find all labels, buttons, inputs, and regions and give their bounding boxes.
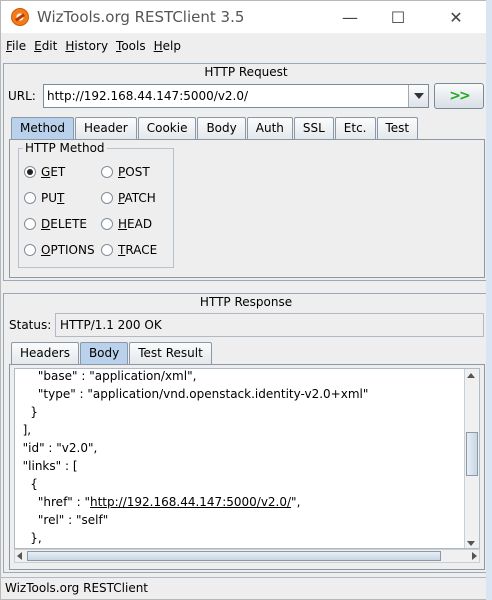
window-edge (486, 0, 492, 600)
code-line: }, (15, 531, 42, 545)
horizontal-scroll-thumb[interactable] (27, 551, 441, 561)
method-tab-content: HTTP Method GET POST PUT PATCH DELETE HE… (9, 139, 485, 278)
app-window: WizTools.org RESTClient 3.5 — ☐ ✕ File E… (0, 0, 492, 600)
radio-selected-icon (24, 166, 36, 178)
menu-file[interactable]: File (6, 39, 26, 53)
code-line: "base" : "application/xml", (15, 369, 197, 383)
maximize-button[interactable]: ☐ (375, 1, 421, 33)
send-request-button[interactable]: >> (434, 83, 484, 109)
tab-method[interactable]: Method (11, 117, 75, 139)
tab-test[interactable]: Test (376, 117, 419, 139)
http-request-panel: HTTP Request URL: http://192.168.44.147:… (3, 63, 489, 281)
tab-cookie[interactable]: Cookie (137, 117, 197, 139)
horizontal-scrollbar[interactable] (14, 549, 480, 563)
menu-edit[interactable]: Edit (34, 39, 57, 53)
radio-get[interactable]: GET (24, 165, 65, 179)
code-line: "id" : "v2.0", (15, 441, 98, 455)
status-label: Status: (9, 318, 52, 332)
code-line: ], (15, 423, 32, 437)
http-method-group-title: HTTP Method (23, 141, 107, 155)
radio-post[interactable]: POST (101, 165, 150, 179)
radio-empty-icon (101, 166, 113, 178)
radio-put[interactable]: PUT (24, 191, 64, 205)
menu-bar: File Edit History Tools Help (1, 35, 491, 57)
menu-tools[interactable]: Tools (116, 39, 146, 53)
radio-empty-icon (24, 218, 36, 230)
status-field: HTTP/1.1 200 OK (55, 313, 484, 337)
minimize-button[interactable]: — (327, 1, 373, 33)
scroll-right-icon[interactable] (472, 552, 477, 560)
response-tabs: Headers Body Test Result (11, 342, 213, 364)
response-panel-title: HTTP Response (4, 294, 488, 310)
tab-etc[interactable]: Etc. (334, 117, 376, 139)
radio-head[interactable]: HEAD (101, 217, 152, 231)
href-link[interactable]: http://192.168.44.147:5000/v2.0/ (90, 495, 291, 509)
tab-body[interactable]: Body (197, 117, 246, 139)
url-input[interactable]: http://192.168.44.147:5000/v2.0/ (44, 85, 406, 107)
radio-empty-icon (101, 244, 113, 256)
request-panel-title: HTTP Request (4, 64, 488, 80)
double-arrow-right-icon: >> (449, 88, 471, 104)
app-logo-icon (11, 8, 29, 26)
menu-help[interactable]: Help (154, 39, 181, 53)
url-label: URL: (8, 89, 36, 103)
radio-options[interactable]: OPTIONS (24, 243, 95, 257)
code-line: "links" : [ (15, 459, 78, 473)
menu-history[interactable]: History (65, 39, 108, 53)
http-response-panel: HTTP Response Status: HTTP/1.1 200 OK He… (3, 293, 489, 573)
url-combobox[interactable]: http://192.168.44.147:5000/v2.0/ (43, 84, 429, 108)
http-method-group: HTTP Method GET POST PUT PATCH DELETE HE… (18, 141, 174, 268)
tab-headers[interactable]: Headers (11, 342, 79, 364)
chevron-down-icon (413, 93, 424, 99)
response-body-textarea[interactable]: "base" : "application/xml", "type" : "ap… (14, 368, 480, 549)
scroll-left-icon[interactable] (17, 552, 22, 560)
tab-response-body[interactable]: Body (79, 342, 129, 364)
radio-patch[interactable]: PATCH (101, 191, 156, 205)
title-bar: WizTools.org RESTClient 3.5 — ☐ ✕ (1, 1, 491, 33)
tab-header[interactable]: Header (75, 117, 137, 139)
radio-empty-icon (24, 192, 36, 204)
url-dropdown-button[interactable] (408, 85, 428, 107)
scroll-up-icon[interactable] (467, 373, 475, 378)
close-button[interactable]: ✕ (433, 1, 479, 33)
tab-test-result[interactable]: Test Result (129, 342, 212, 364)
status-bar: WizTools.org RESTClient (1, 577, 491, 599)
scroll-down-icon[interactable] (467, 541, 475, 546)
radio-empty-icon (24, 244, 36, 256)
response-body-tab-content: "base" : "application/xml", "type" : "ap… (9, 364, 485, 570)
code-line: "type" : "application/vnd.openstack.iden… (15, 387, 369, 401)
code-line: "rel" : "self" (15, 513, 109, 527)
tab-ssl[interactable]: SSL (293, 117, 334, 139)
code-line-href: "href" : "http://192.168.44.147:5000/v2.… (15, 495, 301, 509)
code-line: { (15, 477, 38, 491)
vertical-scroll-thumb[interactable] (466, 432, 478, 476)
code-line: } (15, 405, 38, 419)
vertical-scrollbar[interactable] (464, 369, 479, 548)
radio-trace[interactable]: TRACE (101, 243, 157, 257)
radio-delete[interactable]: DELETE (24, 217, 87, 231)
radio-empty-icon (101, 192, 113, 204)
request-tabs: Method Header Cookie Body Auth SSL Etc. … (11, 117, 419, 139)
window-title: WizTools.org RESTClient 3.5 (37, 8, 245, 26)
radio-empty-icon (101, 218, 113, 230)
tab-auth[interactable]: Auth (246, 117, 293, 139)
